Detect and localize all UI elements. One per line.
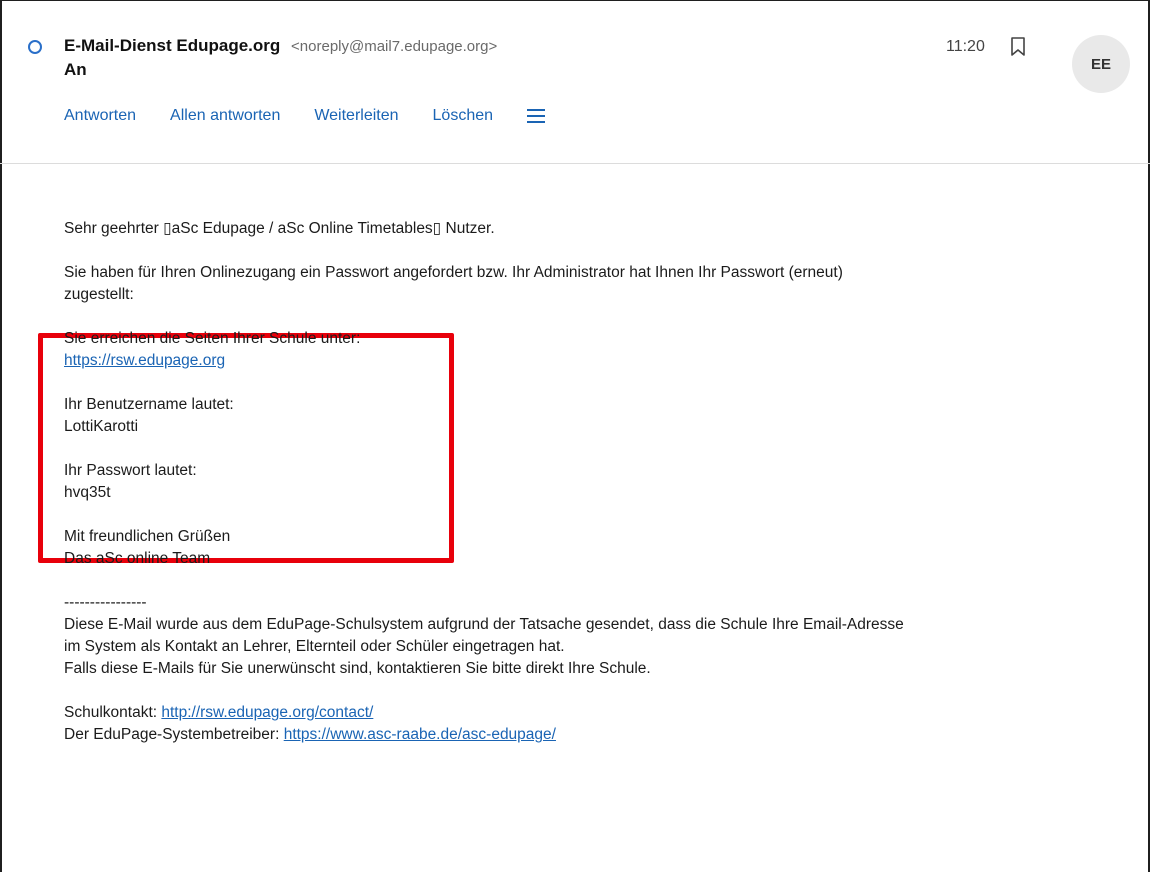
sender-name[interactable]: E-Mail-Dienst Edupage.org — [64, 36, 280, 55]
contact-line: Schulkontakt: http://rsw.edupage.org/con… — [64, 702, 1124, 724]
password-value: hvq35t — [64, 484, 111, 501]
reply-all-button[interactable]: Allen antworten — [170, 107, 280, 125]
footer-text-line: im System als Kontakt an Lehrer, Elternt… — [64, 638, 565, 655]
footer-text-line: Falls diese E-Mails für Sie unerwünscht … — [64, 660, 651, 677]
delete-button[interactable]: Löschen — [433, 107, 494, 125]
closing-line: Mit freundlichen Grüßen — [64, 528, 231, 545]
password-label: Ihr Passwort lautet: — [64, 462, 197, 479]
recipient-label: An — [64, 60, 87, 79]
operator-link[interactable]: https://www.asc-raabe.de/asc-edupage/ — [284, 726, 556, 743]
sender: E-Mail-Dienst Edupage.org <noreply@mail7… — [64, 36, 497, 56]
footer-text-line: Diese E-Mail wurde aus dem EduPage-Schul… — [64, 616, 904, 633]
username-label: Ihr Benutzername lautet: — [64, 396, 234, 413]
received-time: 11:20 — [946, 38, 985, 55]
username-value: LottiKarotti — [64, 418, 139, 435]
operator-line: Der EduPage-Systembetreiber: https://www… — [64, 724, 1124, 746]
flag-icon[interactable] — [1009, 36, 1027, 58]
avatar: EE — [1072, 35, 1130, 93]
contact-label: Schulkontakt: — [64, 704, 158, 721]
greeting: Sehr geehrter ▯aSc Edupage / aSc Online … — [64, 220, 495, 237]
intro-text-line: zugestellt: — [64, 286, 134, 303]
contact-link[interactable]: http://rsw.edupage.org/contact/ — [161, 704, 373, 721]
message-actions: Antworten Allen antworten Weiterleiten L… — [64, 107, 546, 125]
message-body: Sehr geehrter ▯aSc Edupage / aSc Online … — [64, 218, 1124, 746]
forward-button[interactable]: Weiterleiten — [314, 107, 398, 125]
reply-button[interactable]: Antworten — [64, 107, 136, 125]
intro-text-line: Sie haben für Ihren Onlinezugang ein Pas… — [64, 264, 843, 281]
separator: ---------------- — [64, 594, 147, 611]
operator-label: Der EduPage-Systembetreiber: — [64, 726, 280, 743]
signature-line: Das aSc online Team — [64, 550, 211, 567]
school-url-label: Sie erreichen die Seiten Ihrer Schule un… — [64, 330, 361, 347]
unread-indicator-icon[interactable] — [28, 40, 42, 54]
more-actions-icon[interactable] — [527, 109, 546, 123]
sender-address: <noreply@mail7.edupage.org> — [291, 38, 498, 55]
school-url-link[interactable]: https://rsw.edupage.org — [64, 352, 225, 369]
message-header: E-Mail-Dienst Edupage.org <noreply@mail7… — [0, 0, 1150, 164]
